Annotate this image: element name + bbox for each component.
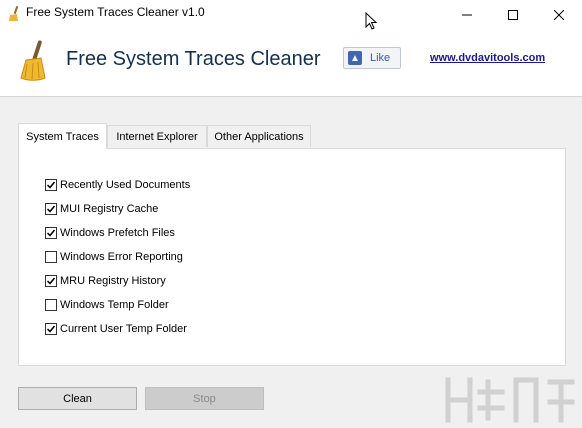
stop-button[interactable]: Stop <box>145 387 264 410</box>
broom-icon <box>9 6 19 21</box>
facebook-like-button[interactable]: ▲ Like <box>343 47 401 69</box>
window-title: Free System Traces Cleaner v1.0 <box>26 5 205 19</box>
checkbox-item[interactable]: Windows Error Reporting <box>45 249 183 265</box>
checkbox-label: Recently Used Documents <box>60 179 191 191</box>
tab-system-traces[interactable]: System Traces <box>18 123 107 149</box>
checkbox-label: MRU Registry History <box>60 275 166 287</box>
checkbox-item[interactable]: MRU Registry History <box>45 273 166 289</box>
checkbox-label: Windows Error Reporting <box>60 251 183 263</box>
checkmark-icon <box>46 325 56 333</box>
checkbox-label: Windows Temp Folder <box>60 299 169 311</box>
checkbox-label: Windows Prefetch Files <box>60 227 175 239</box>
checkbox-item[interactable]: Recently Used Documents <box>45 177 190 193</box>
checkbox-item[interactable]: Windows Prefetch Files <box>45 225 175 241</box>
broom-logo-icon <box>20 40 46 81</box>
checkbox-label: MUI Registry Cache <box>60 203 159 215</box>
checkmark-icon <box>46 229 56 237</box>
app-title: Free System Traces Cleaner <box>66 48 321 70</box>
checkbox-checked[interactable] <box>45 323 57 335</box>
checkbox-item[interactable]: Current User Temp Folder <box>45 321 187 337</box>
checkbox-unchecked[interactable] <box>45 251 57 263</box>
maximize-icon <box>508 10 518 20</box>
checkbox-checked[interactable] <box>45 179 57 191</box>
like-label: Like <box>370 52 391 64</box>
checkmark-icon <box>46 277 56 285</box>
tab-internet-explorer[interactable]: Internet Explorer <box>107 125 207 147</box>
checkmark-icon <box>46 205 56 213</box>
maximize-button[interactable] <box>490 0 536 30</box>
checkbox-item[interactable]: Windows Temp Folder <box>45 297 169 313</box>
checkbox-checked[interactable] <box>45 275 57 287</box>
watermark-logo <box>445 377 575 423</box>
website-link[interactable]: www.dvdavitools.com <box>430 52 545 64</box>
minimize-icon <box>462 14 472 16</box>
checkbox-label: Current User Temp Folder <box>60 323 187 335</box>
checkmark-icon <box>46 181 56 189</box>
minimize-button[interactable] <box>444 0 490 30</box>
checkbox-unchecked[interactable] <box>45 299 57 311</box>
checkbox-checked[interactable] <box>45 227 57 239</box>
close-icon <box>554 10 564 20</box>
close-button[interactable] <box>536 0 582 30</box>
mouse-cursor-icon <box>365 12 377 30</box>
tab-other-applications[interactable]: Other Applications <box>207 125 311 147</box>
checkbox-checked[interactable] <box>45 203 57 215</box>
checkbox-item[interactable]: MUI Registry Cache <box>45 201 158 217</box>
clean-button[interactable]: Clean <box>18 387 137 410</box>
facebook-thumb-icon: ▲ <box>348 51 362 65</box>
